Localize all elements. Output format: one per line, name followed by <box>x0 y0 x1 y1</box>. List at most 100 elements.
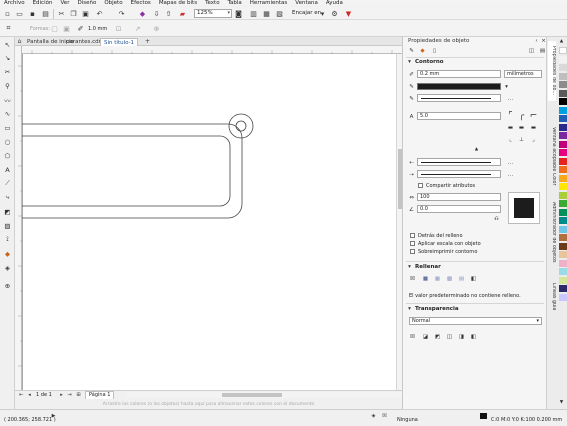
export-icon[interactable]: ⇧ <box>164 9 173 18</box>
add-icon[interactable]: ⊕ <box>152 24 161 33</box>
overprint-checkbox[interactable] <box>410 249 415 254</box>
import-icon[interactable]: ⇩ <box>152 9 161 18</box>
behind-fill-checkbox[interactable] <box>410 233 415 238</box>
collapse-arrow-icon[interactable]: ▲ <box>473 146 480 153</box>
cap-square-icon[interactable]: ▬ <box>507 124 514 131</box>
no-fill-icon[interactable]: ☒ <box>381 412 388 419</box>
palette-swatch[interactable] <box>559 55 567 63</box>
start-arrow-options-icon[interactable]: … <box>507 159 514 166</box>
vertical-ruler[interactable] <box>15 46 22 390</box>
uniform-fill-icon[interactable]: ■ <box>422 275 429 282</box>
outer-rounded-path[interactable] <box>22 123 243 219</box>
ellipse-tool-icon[interactable]: ○ <box>3 137 12 146</box>
copy-icon[interactable]: ❐ <box>69 9 78 18</box>
guidelines-icon[interactable]: ▧ <box>275 9 284 18</box>
connector-tool-icon[interactable]: ⤷ <box>3 193 12 202</box>
menu-objeto[interactable]: Objeto <box>100 0 126 6</box>
snap-to-label[interactable]: Encajar en <box>292 10 321 16</box>
rulers-icon[interactable]: ▥ <box>249 9 258 18</box>
palette-swatch[interactable] <box>559 64 567 71</box>
shape-corner-icon[interactable]: ▢ <box>50 24 59 33</box>
search-content-icon[interactable]: ◆ <box>138 9 147 18</box>
menu-diseno[interactable]: Diseño <box>73 0 100 6</box>
launcher-icon[interactable]: ▼ <box>344 9 353 18</box>
palette-swatch[interactable] <box>559 174 567 182</box>
bitmap-transparency-icon[interactable]: ◨ <box>458 333 465 340</box>
save-icon[interactable]: ▪ <box>28 9 37 18</box>
stretch-field[interactable]: 100 <box>417 193 501 201</box>
publish-pdf-icon[interactable]: ▰ <box>178 9 187 18</box>
horizontal-scroll-thumb[interactable] <box>222 393 282 397</box>
add-tool-icon[interactable]: ⊕ <box>3 281 12 290</box>
palette-swatch[interactable] <box>559 200 567 207</box>
inner-circle[interactable] <box>235 120 247 132</box>
palette-swatch[interactable] <box>559 208 567 216</box>
summary-icon[interactable]: ◫ <box>528 47 535 54</box>
color-dropdown-icon[interactable]: ▾ <box>503 83 510 90</box>
position-center-icon[interactable]: ⊥ <box>518 136 525 143</box>
transparency-tool-icon[interactable]: ▨ <box>3 221 12 230</box>
palette-swatch[interactable] <box>559 217 567 224</box>
pick-tool-icon[interactable]: ↖ <box>3 40 12 49</box>
palette-swatch[interactable] <box>559 149 567 156</box>
uniform-transparency-icon[interactable]: ◪ <box>422 333 429 340</box>
polygon-tool-icon[interactable]: ⬠ <box>3 151 12 160</box>
grid-icon[interactable]: ▦ <box>262 9 271 18</box>
tab-object-manager[interactable]: Administrador de objetos <box>548 197 556 267</box>
fountain-fill-icon[interactable]: ▦ <box>434 275 441 282</box>
text-tool-icon[interactable]: A <box>3 165 12 174</box>
tab-color-docker[interactable]: Ventana acoplable Color <box>548 121 556 191</box>
corner-bevel-icon[interactable]: ⌐ <box>530 111 538 121</box>
menu-edicion[interactable]: Edición <box>29 0 57 6</box>
palette-swatch[interactable] <box>559 166 567 173</box>
snap-dropdown-icon[interactable]: ▾ <box>318 9 327 18</box>
menu-ventana[interactable]: Ventana <box>291 0 322 6</box>
artistic-media-icon[interactable]: ∿ <box>3 109 12 118</box>
drawing-canvas[interactable] <box>22 54 396 390</box>
angle-field[interactable]: 0.0 <box>417 205 501 213</box>
options-icon[interactable]: ▤ <box>539 47 546 54</box>
menu-ayuda[interactable]: Ayuda <box>322 0 347 6</box>
outline-pen-icon[interactable]: ✐ <box>76 24 85 33</box>
palette-swatch[interactable] <box>559 115 567 122</box>
palette-swatch[interactable] <box>559 140 567 148</box>
palette-swatch[interactable] <box>559 89 567 97</box>
palette-swatch[interactable] <box>559 106 567 114</box>
full-screen-icon[interactable]: ◙ <box>234 9 243 18</box>
palette-swatch[interactable] <box>559 225 567 233</box>
last-page-icon[interactable]: ⇥ <box>66 391 73 399</box>
miter-limit-field[interactable]: 5.0 <box>417 112 501 120</box>
paste-icon[interactable]: ▣ <box>81 9 90 18</box>
transparency-mode-select[interactable]: Normal ▾ <box>409 317 542 325</box>
no-transparency-icon[interactable]: ☒ <box>409 333 416 340</box>
outline-color-picker[interactable] <box>417 83 501 90</box>
zoom-level-select[interactable]: 125% ▾ <box>194 9 232 18</box>
home-icon[interactable]: ⌂ <box>16 37 23 45</box>
add-page-icon[interactable]: ⊞ <box>75 391 82 399</box>
zoom-tool-icon[interactable]: ⚲ <box>3 81 12 90</box>
crop-tool-icon[interactable]: ✂ <box>3 67 12 76</box>
menu-texto[interactable]: Texto <box>201 0 224 6</box>
end-arrow-options-icon[interactable]: … <box>507 171 514 178</box>
menu-archivo[interactable]: Archivo <box>0 0 29 6</box>
play-icon[interactable]: ▶ <box>50 412 57 419</box>
palette-swatch[interactable] <box>559 47 567 54</box>
fill-tab-icon[interactable]: ◆ <box>419 47 426 54</box>
horizontal-ruler[interactable] <box>22 46 402 54</box>
rectangle-tool-icon[interactable]: ▭ <box>3 123 12 132</box>
cap-projecting-icon[interactable]: ▬ <box>530 124 537 131</box>
palette-swatch[interactable] <box>559 81 567 88</box>
palette-scroll-up-icon[interactable]: ▲ <box>558 38 565 45</box>
new-tab-plus-icon[interactable]: + <box>144 37 151 45</box>
palette-swatch[interactable] <box>559 251 567 258</box>
menu-tabla[interactable]: Tabla <box>224 0 246 6</box>
share-attributes-checkbox[interactable] <box>418 183 423 188</box>
more-options-icon[interactable]: … <box>507 95 514 102</box>
interactive-fill-icon[interactable]: ◆ <box>3 249 12 258</box>
docker-pin-icon[interactable]: ‹ <box>533 37 540 44</box>
menu-ver[interactable]: Ver <box>56 0 73 6</box>
inner-rounded-path[interactable] <box>22 135 231 207</box>
nib-preview[interactable] <box>508 192 540 224</box>
drop-shadow-tool-icon[interactable]: ◩ <box>3 207 12 216</box>
palette-swatch[interactable] <box>559 72 567 80</box>
